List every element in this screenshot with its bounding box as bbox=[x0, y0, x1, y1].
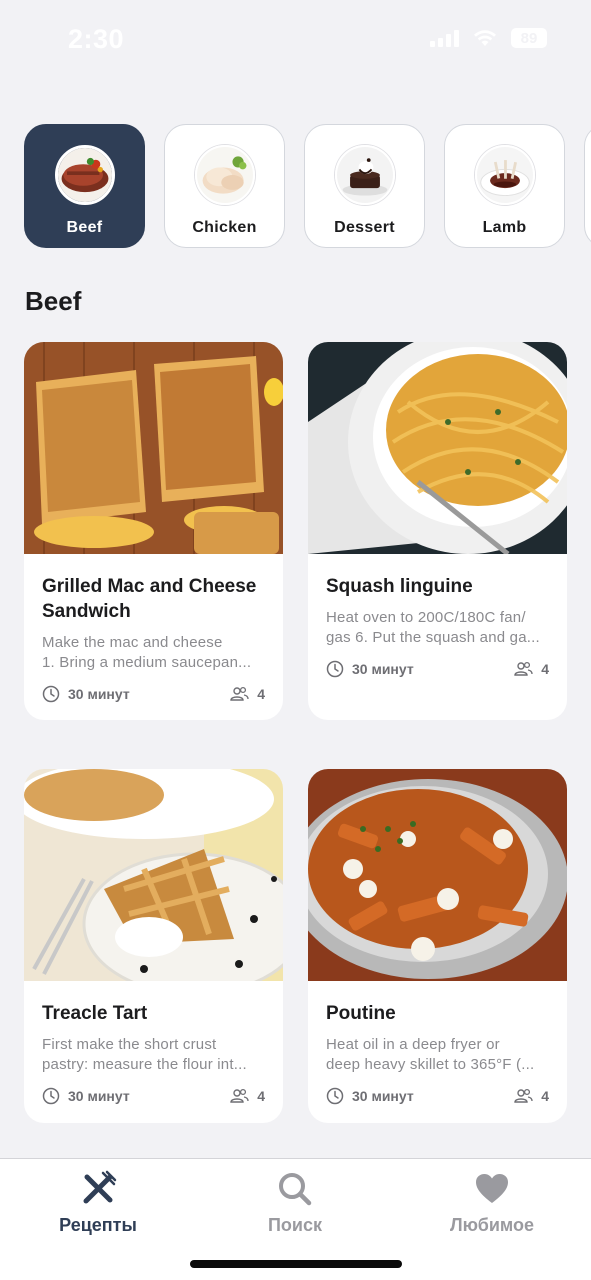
cook-time-label: 30 минут bbox=[352, 1088, 414, 1104]
category-label: Lamb bbox=[482, 219, 527, 236]
tab-label: Поиск bbox=[267, 1215, 323, 1235]
cook-time: 30 минут bbox=[326, 660, 414, 678]
recipe-description: Heat oven to 200C/180C fan/ gas 6. Put t… bbox=[326, 609, 540, 646]
category-more[interactable] bbox=[584, 124, 591, 248]
people-icon bbox=[514, 661, 533, 676]
status-bar: 2:30 89 bbox=[0, 0, 591, 80]
tab-label: Рецепты bbox=[59, 1215, 137, 1235]
clock-icon bbox=[42, 1087, 60, 1105]
people-icon bbox=[230, 1088, 249, 1103]
category-image-dessert bbox=[334, 145, 395, 205]
clock-icon bbox=[326, 660, 344, 678]
category-image-beef bbox=[54, 145, 115, 205]
servings: 4 bbox=[229, 686, 265, 702]
servings: 4 bbox=[513, 1088, 549, 1104]
servings-count: 4 bbox=[257, 686, 265, 702]
recipe-card-body: Grilled Mac and Cheese Sandwich Make the… bbox=[24, 554, 283, 703]
tab-recipes[interactable]: Рецепты bbox=[18, 1169, 178, 1236]
fork-knife-icon bbox=[83, 1170, 117, 1204]
recipe-card-body: Squash linguine Heat oven to 200C/180C f… bbox=[308, 554, 567, 678]
tab-favorites[interactable]: Любимое bbox=[412, 1169, 572, 1236]
recipe-title: Poutine bbox=[326, 1003, 396, 1024]
recipe-meta: 30 минут 4 bbox=[326, 1087, 549, 1105]
category-image-chicken bbox=[194, 145, 255, 205]
recipe-card[interactable]: Squash linguine Heat oven to 200C/180C f… bbox=[308, 342, 567, 720]
wifi-icon bbox=[473, 29, 497, 47]
category-label: Dessert bbox=[334, 219, 395, 236]
clock-icon bbox=[42, 685, 60, 703]
search-icon bbox=[279, 1173, 312, 1206]
servings-count: 4 bbox=[541, 1088, 549, 1104]
tab-label: Любимое bbox=[449, 1215, 535, 1235]
cook-time: 30 минут bbox=[326, 1087, 414, 1105]
recipe-meta: 30 минут 4 bbox=[326, 660, 549, 678]
cook-time-label: 30 минут bbox=[352, 661, 414, 677]
recipe-description: First make the short crust pastry: measu… bbox=[42, 1036, 247, 1073]
category-beef[interactable]: Beef bbox=[24, 124, 145, 248]
cook-time-label: 30 минут bbox=[68, 1088, 130, 1104]
recipe-image bbox=[24, 342, 283, 554]
cook-time-label: 30 минут bbox=[68, 686, 130, 702]
servings-count: 4 bbox=[257, 1088, 265, 1104]
recipe-card[interactable]: Poutine Heat oil in a deep fryer or deep… bbox=[308, 769, 567, 1123]
recipe-image bbox=[24, 769, 283, 981]
servings-count: 4 bbox=[541, 661, 549, 677]
tab-search[interactable]: Поиск bbox=[215, 1169, 375, 1236]
cellular-signal-icon bbox=[430, 29, 459, 47]
section-title: Beef bbox=[25, 286, 82, 316]
recipe-card[interactable]: Grilled Mac and Cheese Sandwich Make the… bbox=[24, 342, 283, 720]
recipe-title: Grilled Mac and Cheese Sandwich bbox=[42, 576, 257, 622]
recipe-image bbox=[308, 342, 567, 554]
category-label: Beef bbox=[66, 219, 103, 236]
recipe-card[interactable]: Treacle Tart First make the short crust … bbox=[24, 769, 283, 1123]
recipe-card-body: Treacle Tart First make the short crust … bbox=[24, 981, 283, 1105]
recipe-description: Heat oil in a deep fryer or deep heavy s… bbox=[326, 1036, 535, 1073]
battery-indicator: 89 bbox=[511, 28, 547, 48]
category-dessert[interactable]: Dessert bbox=[304, 124, 425, 248]
status-time: 2:30 bbox=[68, 24, 125, 54]
people-icon bbox=[230, 686, 249, 701]
category-label: Chicken bbox=[192, 219, 257, 236]
heart-icon bbox=[476, 1174, 508, 1203]
people-icon bbox=[514, 1088, 533, 1103]
recipe-card-body: Poutine Heat oil in a deep fryer or deep… bbox=[308, 981, 567, 1105]
recipe-description: Make the mac and cheese 1. Bring a mediu… bbox=[42, 634, 252, 671]
category-chicken[interactable]: Chicken bbox=[164, 124, 285, 248]
servings: 4 bbox=[229, 1088, 265, 1104]
cook-time: 30 минут bbox=[42, 685, 130, 703]
status-icons: 89 bbox=[430, 28, 547, 48]
category-lamb[interactable]: Lamb bbox=[444, 124, 565, 248]
recipe-image bbox=[308, 769, 567, 981]
recipe-meta: 30 минут 4 bbox=[42, 1087, 265, 1105]
recipe-title: Squash linguine bbox=[326, 576, 473, 597]
home-indicator[interactable] bbox=[190, 1260, 402, 1268]
category-list: Beef Chicken Dessert Lamb bbox=[24, 124, 591, 250]
cook-time: 30 минут bbox=[42, 1087, 130, 1105]
servings: 4 bbox=[513, 661, 549, 677]
clock-icon bbox=[326, 1087, 344, 1105]
recipe-meta: 30 минут 4 bbox=[42, 685, 265, 703]
category-image-lamb bbox=[474, 145, 535, 205]
recipe-title: Treacle Tart bbox=[42, 1003, 148, 1024]
